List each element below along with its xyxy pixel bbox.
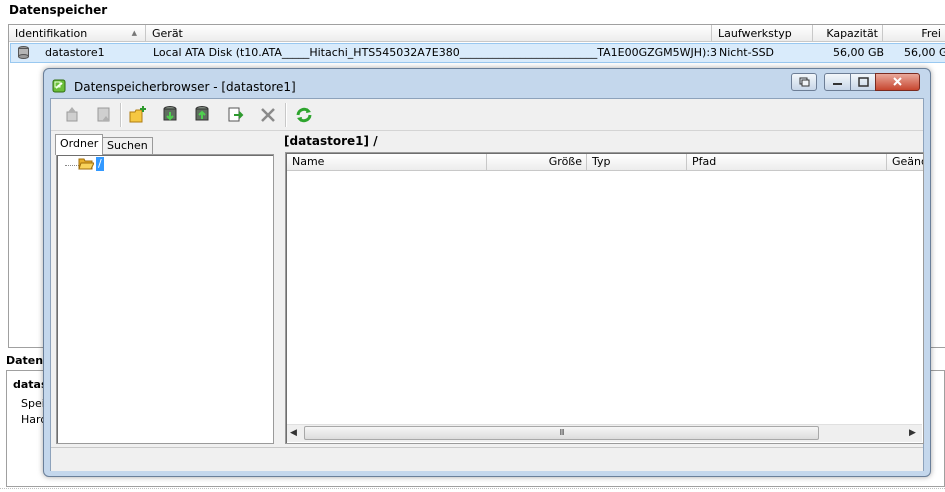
column-header-groesse[interactable]: Größe: [487, 154, 587, 171]
cell-identifikation: datastore1: [45, 46, 105, 59]
delete-icon: [261, 108, 275, 122]
refresh-icon: [296, 107, 312, 123]
download-icon: [97, 107, 110, 122]
current-path: [datastore1] /: [284, 134, 378, 148]
upload-icon: [66, 107, 78, 122]
scrollbar-thumb[interactable]: III: [304, 426, 819, 440]
tree-item-root[interactable]: /: [96, 157, 104, 171]
move-button[interactable]: [225, 104, 247, 126]
datastore-icon: [18, 46, 29, 59]
upload-button[interactable]: [61, 104, 83, 126]
toolbar: [51, 99, 923, 131]
section-title: Datenspeicher: [9, 3, 108, 17]
datastore-icon: [163, 106, 177, 121]
restore-icon: [799, 77, 810, 87]
folder-tree[interactable]: /: [56, 154, 274, 444]
close-icon: [893, 77, 902, 86]
column-header-identifikation[interactable]: Identifikation ▲: [9, 25, 146, 42]
datastore-download-button[interactable]: [191, 104, 213, 126]
toolbar-separator: [285, 103, 287, 127]
column-header-laufwerkstyp[interactable]: Laufwerkstyp: [712, 25, 813, 42]
maximize-icon: [858, 77, 869, 87]
status-bar: [51, 447, 923, 471]
divider: [0, 488, 945, 489]
horizontal-scrollbar[interactable]: ◀ III ▶: [287, 424, 922, 442]
cell-geraet: Local ATA Disk (t10.ATA_____Hitachi_HTS5…: [153, 46, 718, 59]
tree-connector: [65, 165, 79, 166]
table-row[interactable]: datastore1 Local ATA Disk (t10.ATA_____H…: [10, 43, 945, 63]
tab-suchen[interactable]: Suchen: [102, 137, 153, 155]
minimize-button[interactable]: [824, 73, 851, 91]
column-header-frei[interactable]: Frei: [883, 25, 945, 42]
restore-down-button[interactable]: [791, 73, 817, 91]
tab-ordner[interactable]: Ordner: [55, 134, 104, 155]
toolbar-separator: [120, 103, 122, 127]
scroll-right-icon[interactable]: ▶: [909, 428, 916, 438]
download-button[interactable]: [93, 104, 115, 126]
column-header-name[interactable]: Name: [287, 154, 487, 171]
sort-asc-icon: ▲: [131, 29, 137, 37]
maximize-button[interactable]: [850, 73, 876, 91]
datastore-add-icon: [195, 106, 209, 121]
cell-laufwerkstyp: Nicht-SSD: [719, 46, 775, 59]
column-header-geraet[interactable]: Gerät: [146, 25, 712, 42]
open-folder-icon: [78, 158, 94, 170]
dialog-title: Datenspeicherbrowser - [datastore1]: [74, 80, 296, 94]
new-folder-button[interactable]: [127, 104, 149, 126]
column-header-geaendert[interactable]: Geänd: [887, 154, 923, 171]
column-header-typ[interactable]: Typ: [587, 154, 687, 171]
file-list[interactable]: Name Größe Typ Pfad Geänd ◀ III ▶: [285, 152, 924, 444]
datastore-browser-dialog: Datenspeicherbrowser - [datastore1] Ordn…: [43, 68, 931, 477]
new-folder-icon: [129, 106, 146, 123]
close-button[interactable]: [875, 73, 920, 91]
scroll-left-icon[interactable]: ◀: [290, 428, 297, 438]
refresh-button[interactable]: [293, 104, 315, 126]
dialog-client-area: Ordner Suchen / [datastore1] / Name Größ…: [50, 98, 924, 471]
details-title: Daten: [6, 354, 44, 367]
minimize-icon: [833, 83, 842, 85]
datastore-upload-button[interactable]: [159, 104, 181, 126]
column-header-kapazitaet[interactable]: Kapazität: [813, 25, 883, 42]
cell-kapazitaet: 56,00 GB: [833, 46, 885, 59]
column-header-pfad[interactable]: Pfad: [687, 154, 887, 171]
cell-frei: 56,00 GB: [904, 46, 945, 59]
delete-button[interactable]: [257, 104, 279, 126]
datastore-browser-icon: [52, 79, 66, 93]
move-icon: [228, 107, 244, 122]
